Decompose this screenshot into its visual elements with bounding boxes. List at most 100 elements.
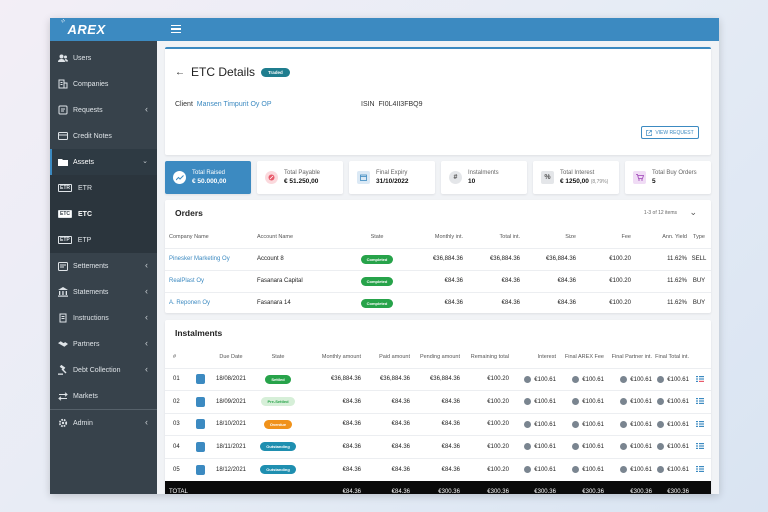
final-arex-fee-cell: €100.61	[556, 367, 604, 391]
table-row[interactable]: RealPlast Oy Fasanara Capital Completed …	[165, 269, 711, 292]
info-dot-icon[interactable]	[572, 375, 580, 383]
column-header[interactable]: Interest	[509, 346, 556, 368]
column-header[interactable]: Final AREX Fee	[556, 346, 604, 368]
view-request-button[interactable]: VIEW REQUEST	[641, 126, 699, 139]
info-dot-icon[interactable]	[620, 465, 628, 473]
column-header[interactable]: Size	[520, 226, 576, 248]
chevron-down-icon[interactable]: ⌄	[689, 207, 697, 218]
doc-cell	[191, 412, 209, 436]
column-header[interactable]: Final Total int.	[652, 346, 689, 368]
table-row[interactable]: 02 18/09/2021 Pre-Settled €84.36 €84.36 €84.3…	[165, 390, 711, 413]
document-icon[interactable]	[195, 396, 205, 407]
column-header[interactable]: Fee	[576, 226, 631, 248]
instalments-card: Instalments # Due Date State Monthly amo…	[165, 320, 711, 494]
column-header[interactable]: Total int.	[463, 226, 520, 248]
trend-icon	[173, 171, 186, 184]
column-header[interactable]: Pending amount	[410, 346, 460, 368]
sidebar-item-label: Assets	[73, 158, 95, 166]
sidebar-item-assets[interactable]: Assets ⌄	[50, 149, 157, 175]
document-icon[interactable]	[195, 419, 205, 430]
client-link[interactable]: Mansen Timpurit Oy OP	[197, 101, 272, 108]
table-row[interactable]: 01 18/08/2021 Settled €36,884.36 €36,884.36 €…	[165, 367, 711, 391]
company-link[interactable]: A. Reponen Oy	[165, 291, 257, 314]
actions-cell	[689, 390, 711, 413]
table-row[interactable]: Pinesker Marketing Oy Account 8 Complete…	[165, 247, 711, 270]
sidebar-subitem-etp[interactable]: ETP ETP	[50, 227, 157, 253]
info-dot-icon[interactable]	[657, 398, 665, 406]
info-dot-icon[interactable]	[620, 375, 628, 383]
table-row[interactable]: 05 18/12/2021 Outstanding €84.36 €84.36 €84.3…	[165, 457, 711, 481]
table-row[interactable]: A. Reponen Oy Fasanara 14 Completed €84.…	[165, 291, 711, 314]
document-icon[interactable]	[195, 441, 205, 452]
column-header[interactable]: Ann. Yield	[631, 226, 687, 248]
sidebar-item-partners[interactable]: Partners ‹	[50, 331, 157, 357]
actions-cell	[689, 367, 711, 391]
column-header[interactable]: State	[253, 346, 303, 368]
column-header[interactable]: Monthly int.	[405, 226, 463, 248]
sidebar-subitem-etc[interactable]: ETC ETC	[50, 201, 157, 227]
chevron-left-icon: ‹	[145, 260, 148, 270]
column-header[interactable]: Final Partner int.	[604, 346, 652, 368]
column-header[interactable]: Due Date	[209, 346, 253, 368]
list-actions-icon[interactable]	[696, 466, 704, 473]
column-header[interactable]: Company Name	[165, 226, 257, 248]
info-dot-icon[interactable]	[524, 398, 532, 406]
column-header[interactable]: Paid amount	[361, 346, 410, 368]
info-dot-icon[interactable]	[524, 465, 532, 473]
column-header[interactable]: Monthly amount	[303, 346, 361, 368]
sidebar-item-credit-notes[interactable]: Credit Notes	[50, 123, 157, 149]
sidebar-item-requests[interactable]: Requests ‹	[50, 97, 157, 123]
column-header[interactable]: Account Name	[257, 226, 349, 248]
sidebar-item-label: Users	[73, 54, 92, 62]
sidebar-item-admin[interactable]: Admin ‹	[50, 410, 157, 436]
monthly-amount: €84.36	[342, 398, 361, 405]
info-dot-icon[interactable]	[620, 420, 628, 428]
info-dot-icon[interactable]	[657, 465, 665, 473]
info-dot-icon[interactable]	[524, 420, 532, 428]
document-icon[interactable]	[195, 374, 205, 385]
hamburger-menu-icon[interactable]	[171, 25, 181, 35]
logo[interactable]: ⁘ AREX	[50, 18, 157, 41]
list-actions-icon[interactable]	[696, 398, 704, 405]
info-dot-icon[interactable]	[572, 465, 580, 473]
sidebar-item-statements[interactable]: Statements ‹	[50, 279, 157, 305]
sidebar-item-instructions[interactable]: Instructions ‹	[50, 305, 157, 331]
sidebar-item-users[interactable]: Users	[50, 45, 157, 71]
column-header[interactable]: Remaining total	[460, 346, 509, 368]
instalment-number: 04	[165, 435, 191, 458]
sidebar-item-debt-collection[interactable]: Debt Collection ‹	[50, 357, 157, 383]
info-dot-icon[interactable]	[620, 443, 628, 451]
info-dot-icon[interactable]	[572, 420, 580, 428]
sidebar-item-companies[interactable]: Companies	[50, 71, 157, 97]
sidebar-item-settements[interactable]: Settements ‹	[50, 253, 157, 279]
info-dot-icon[interactable]	[572, 398, 580, 406]
company-link[interactable]: RealPlast Oy	[165, 269, 257, 292]
etc-details-card: ← ETC Details Traded Client Mansen Timpu…	[165, 47, 711, 155]
list-actions-icon[interactable]	[696, 420, 704, 427]
info-dot-icon[interactable]	[657, 375, 665, 383]
remaining-total: €100.20	[487, 443, 509, 450]
column-header[interactable]: State	[349, 226, 405, 248]
table-row[interactable]: 03 18/10/2021 Overdue €84.36 €84.36 €84.36 €10…	[165, 412, 711, 436]
document-icon[interactable]	[195, 464, 205, 475]
final-partner-int-cell: €100.61	[604, 390, 652, 413]
chevron-left-icon: ‹	[145, 338, 148, 348]
sidebar-subitem-etr[interactable]: ETR ETR	[50, 175, 157, 201]
list-actions-icon[interactable]	[696, 443, 704, 450]
info-dot-icon[interactable]	[657, 443, 665, 451]
sidebar-item-markets[interactable]: Markets	[50, 383, 157, 409]
info-dot-icon[interactable]	[524, 375, 532, 383]
info-dot-icon[interactable]	[524, 443, 532, 451]
final-arex-fee-cell: €100.61	[556, 457, 604, 481]
paid-amount: €84.36	[391, 421, 410, 428]
table-row[interactable]: 04 18/11/2021 Outstanding €84.36 €84.36 €84.3…	[165, 435, 711, 458]
list-actions-icon[interactable]	[696, 375, 704, 382]
column-header[interactable]: Type	[687, 226, 711, 248]
chevron-left-icon: ‹	[145, 286, 148, 296]
back-arrow-icon[interactable]: ←	[175, 67, 185, 78]
info-dot-icon[interactable]	[620, 398, 628, 406]
company-link[interactable]: Pinesker Marketing Oy	[165, 247, 257, 270]
info-dot-icon[interactable]	[657, 420, 665, 428]
info-dot-icon[interactable]	[572, 443, 580, 451]
paid-amount-cell: €84.36	[361, 435, 410, 458]
